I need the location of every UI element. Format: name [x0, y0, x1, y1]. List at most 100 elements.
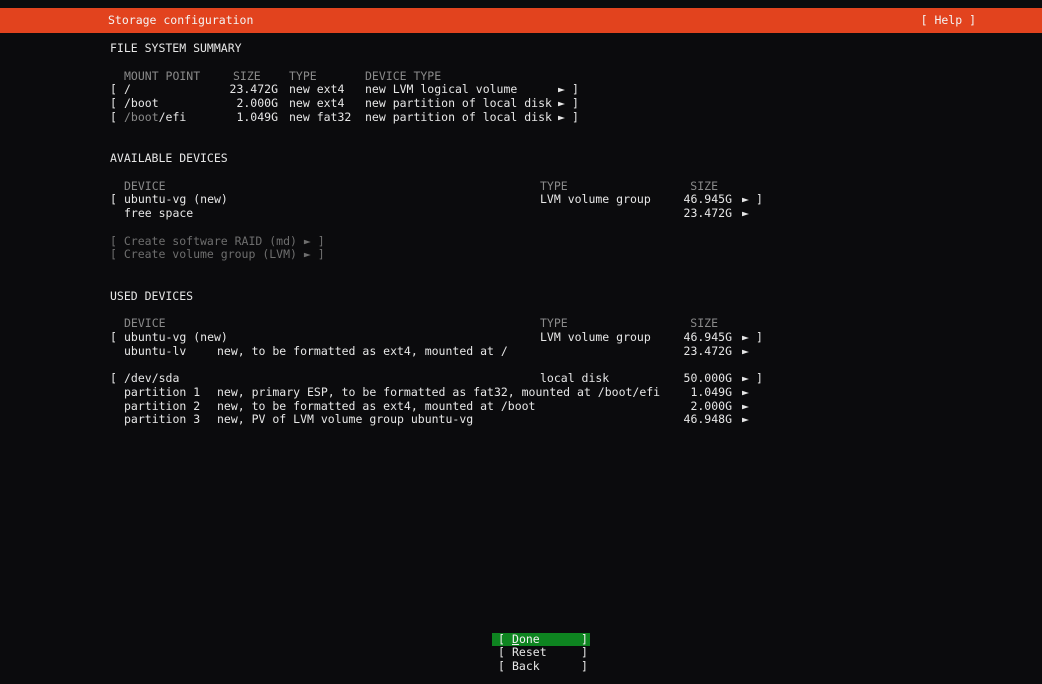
device-cell: partition 3: [124, 412, 201, 427]
used-row-partition-1[interactable]: partition 1 new, primary ESP, to be form…: [0, 384, 1042, 400]
type-cell: new ext4: [289, 82, 345, 97]
size-cell: 23.472G: [683, 343, 732, 358]
type-column-header: TYPE: [289, 68, 317, 83]
bracket-close: ]: [756, 329, 763, 344]
create-software-raid-action: [ Create software RAID (md) ► ]: [110, 233, 325, 248]
expand-arrow-icon: ►: [742, 206, 749, 220]
fs-row-root[interactable]: [ / 23.472G new ext4 new LVM logical vol…: [0, 82, 1042, 97]
type-cell: local disk: [540, 371, 610, 385]
available-row-ubuntu-vg[interactable]: [ ubuntu-vg (new) LVM volume group 46.94…: [0, 192, 1042, 207]
help-button[interactable]: [ Help ]: [921, 8, 976, 33]
used-devices-column-headers: DEVICE TYPE SIZE: [0, 316, 1042, 331]
size-cell: 2.000G: [690, 398, 732, 413]
size-cell: 23.472G: [229, 82, 278, 97]
description-cell: new, primary ESP, to be formatted as fat…: [217, 384, 661, 399]
bracket-close: ]: [572, 109, 579, 124]
done-button[interactable]: [ Done ]: [492, 631, 590, 647]
type-column-header: TYPE: [540, 316, 568, 330]
expand-arrow-icon: ►: [558, 82, 565, 97]
description-cell: new, to be formatted as ext4, mounted at…: [217, 343, 508, 358]
device-cell: free space: [124, 206, 194, 220]
size-cell: 46.948G: [683, 412, 732, 427]
bracket-open: [: [110, 192, 117, 207]
fs-row-boot-efi[interactable]: [ /boot/efi 1.049G new fat32 new partiti…: [0, 109, 1042, 125]
fs-summary-section-title: FILE SYSTEM SUMMARY: [110, 41, 242, 55]
fs-summary-column-headers: MOUNT POINT SIZE TYPE DEVICE TYPE: [0, 68, 1042, 84]
device-cell: partition 2: [124, 398, 201, 413]
expand-arrow-icon: ►: [742, 192, 749, 207]
expand-arrow-icon: ►: [742, 371, 749, 385]
bracket-close: ]: [756, 192, 763, 207]
device-type-column-header: DEVICE TYPE: [365, 68, 442, 83]
bracket-open: [: [110, 371, 117, 385]
expand-arrow-icon: ►: [742, 412, 749, 427]
available-row-free-space[interactable]: free space 23.472G ►: [0, 206, 1042, 221]
device-cell: ubuntu-vg (new): [124, 192, 228, 207]
bracket-open: [: [110, 109, 117, 124]
storage-configuration-screen: Storage configuration [ Help ] FILE SYST…: [0, 0, 1042, 684]
description-cell: new, PV of LVM volume group ubuntu-vg: [217, 412, 474, 427]
back-button-label: Back: [512, 659, 540, 673]
bracket-open: [: [498, 645, 505, 660]
expand-arrow-icon: ►: [558, 96, 565, 110]
used-row-ubuntu-vg[interactable]: [ ubuntu-vg (new) LVM volume group 46.94…: [0, 329, 1042, 345]
bracket-close: ]: [572, 82, 579, 97]
size-cell: 46.945G: [683, 329, 732, 344]
description-cell: new, to be formatted as ext4, mounted at…: [217, 398, 536, 413]
expand-arrow-icon: ►: [742, 398, 749, 413]
type-cell: LVM volume group: [540, 192, 651, 207]
type-column-header: TYPE: [540, 178, 568, 193]
type-cell: new fat32: [289, 109, 352, 124]
size-cell: 46.945G: [683, 192, 732, 207]
available-devices-column-headers: DEVICE TYPE SIZE: [0, 178, 1042, 194]
used-row-dev-sda[interactable]: [ /dev/sda local disk 50.000G ► ]: [0, 371, 1042, 386]
bracket-close: ]: [572, 96, 579, 110]
used-row-ubuntu-lv[interactable]: ubuntu-lv new, to be formatted as ext4, …: [0, 343, 1042, 359]
size-column-header: SIZE: [233, 68, 261, 83]
create-volume-group-action: [ Create volume group (LVM) ► ]: [110, 247, 325, 262]
bracket-open: [: [110, 329, 117, 344]
bracket-close: ]: [581, 631, 588, 646]
device-column-header: DEVICE: [124, 178, 166, 193]
size-cell: 1.049G: [690, 384, 732, 399]
expand-arrow-icon: ►: [558, 109, 565, 124]
type-cell: LVM volume group: [540, 329, 651, 344]
page-title: Storage configuration: [108, 13, 254, 27]
bracket-close: ]: [581, 659, 588, 673]
device-type-cell: new partition of local disk: [365, 109, 552, 124]
bracket-open: [: [498, 659, 505, 673]
fs-row-boot[interactable]: [ /boot 2.000G new ext4 new partition of…: [0, 96, 1042, 111]
device-cell: partition 1: [124, 384, 201, 399]
size-cell: 2.000G: [236, 96, 278, 110]
device-type-cell: new LVM logical volume: [365, 82, 518, 97]
bracket-open: [: [110, 96, 117, 110]
expand-arrow-icon: ►: [742, 329, 749, 344]
size-column-header: SIZE: [690, 178, 718, 193]
back-button[interactable]: [ Back ]: [492, 659, 590, 674]
used-row-partition-3[interactable]: partition 3 new, PV of LVM volume group …: [0, 412, 1042, 427]
device-column-header: DEVICE: [124, 316, 166, 330]
type-cell: new ext4: [289, 96, 345, 110]
mount-point-column-header: MOUNT POINT: [124, 68, 201, 83]
expand-arrow-icon: ►: [742, 384, 749, 399]
expand-arrow-icon: ►: [742, 343, 749, 358]
mount-point-cell: /boot: [124, 96, 159, 110]
bracket-close: ]: [756, 371, 763, 385]
device-cell: ubuntu-vg (new): [124, 329, 228, 344]
available-devices-section-title: AVAILABLE DEVICES: [110, 151, 228, 165]
size-cell: 1.049G: [236, 109, 278, 124]
mount-point-cell: /boot/efi: [124, 109, 187, 124]
used-row-partition-2[interactable]: partition 2 new, to be formatted as ext4…: [0, 398, 1042, 414]
used-devices-section-title: USED DEVICES: [110, 288, 194, 303]
device-cell: ubuntu-lv: [124, 343, 187, 358]
size-column-header: SIZE: [690, 316, 718, 330]
bracket-open: [: [110, 82, 117, 97]
title-bar: Storage configuration [ Help ]: [0, 8, 1042, 33]
device-type-cell: new partition of local disk: [365, 96, 552, 110]
reset-button[interactable]: [ Reset ]: [492, 645, 590, 660]
reset-button-label: Reset: [512, 645, 547, 660]
done-button-label: Done: [512, 631, 540, 646]
bracket-open: [: [498, 631, 505, 646]
mount-point-cell: /: [124, 82, 131, 97]
size-cell: 23.472G: [683, 206, 732, 220]
